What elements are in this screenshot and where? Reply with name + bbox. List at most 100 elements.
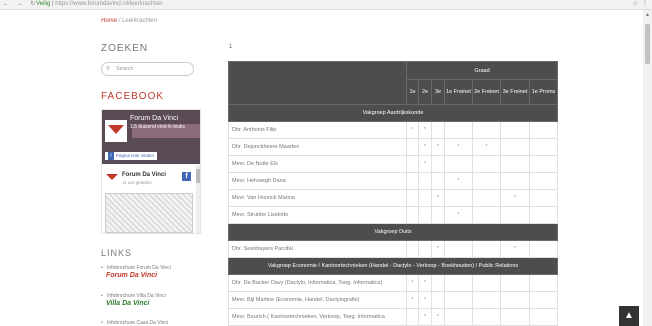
facebook-logo-icon: f [182,172,191,181]
grade-mark [472,172,501,190]
grade-mark [500,308,530,326]
grade-mark [500,206,530,224]
villa-da-vinci-link-logo[interactable]: Villa Da Vinci [106,300,149,307]
grade-mark [444,274,473,292]
search-icon: ⚲ [106,66,111,72]
grade-mark [528,155,559,173]
breadcrumb-current: Leerkrachten [122,18,158,24]
grade-mark: * [418,155,432,173]
browser-menu-icon[interactable]: ⋮ [642,0,648,9]
table-header-corner [228,61,407,105]
grade-mark [444,308,473,326]
grade-mark [431,155,445,173]
secure-label: Veilig [36,1,51,7]
facebook-like-button[interactable]: f Pagina leuk vinden [105,152,158,160]
grade-mark [431,172,445,190]
grade-mark [406,189,419,207]
grade-mark [406,308,419,326]
address-bar[interactable]: Veilig | https://www.forumdavinci.nl/lee… [36,1,163,8]
teacher-name: Mevr. Bijl Martine (Economie, Handel, Da… [228,291,407,309]
grade-mark: * [418,291,432,309]
column-header: 1e Proms [528,79,559,105]
table-row: Dhr. Anthonis Filip * * [228,121,559,139]
graad-header: Graad [405,61,559,80]
page-scrollbar[interactable]: ▲ [643,10,652,326]
breadcrumb: Home / Leerkrachten [101,18,157,24]
grade-mark [500,291,530,309]
facebook-post-header: Forum Da Vinci 11 uur geleden f [105,170,191,188]
facebook-page-title[interactable]: Forum Da Vinci [130,115,178,122]
grade-mark [431,121,445,139]
post-author[interactable]: Forum Da Vinci [122,172,166,178]
grade-mark [472,274,501,292]
grade-mark [406,240,419,258]
grade-mark [500,155,530,173]
grade-mark [528,121,559,139]
grade-mark [472,206,501,224]
breadcrumb-home-link[interactable]: Home [101,18,117,24]
post-avatar [105,172,119,184]
grade-mark: * [431,138,445,156]
table-row: Mevr. Bijl Martine (Economie, Handel, Da… [228,291,559,309]
section-title: Vakgroep Duits [227,223,559,241]
browser-nav-buttons[interactable]: ← → ↻ [3,0,38,9]
search-placeholder: Search [116,66,134,72]
teacher-name: Dhr. De Backer Davy (Dactylo, Informatic… [228,274,407,292]
page-index-label: 1 [229,44,233,50]
grade-mark: * [472,138,501,156]
link-text[interactable]: Infobrochure Casa Da Vinci [107,320,168,326]
grade-mark [444,189,473,207]
grade-mark: * [444,172,473,190]
grade-mark: * [431,240,445,258]
link-text[interactable]: Infobrochure Villa Da Vinci [107,293,166,299]
facebook-like-label: Pagina leuk vinden [116,153,155,158]
grade-mark: * [406,291,419,309]
back-to-top-button[interactable]: ▲ [619,306,639,326]
grade-mark: * [418,138,432,156]
table-row: Mevr. Bourich ( Kantoortechnieken, Verko… [228,308,559,326]
search-input[interactable]: ⚲ Search [101,62,194,76]
grade-mark: * [431,189,445,207]
teachers-table-body: Vakgroep Aardrijkskunde Dhr. Anthonis Fil… [227,104,559,326]
grade-mark [418,240,432,258]
grade-mark [472,121,501,139]
grade-mark [444,155,473,173]
grade-mark [528,206,559,224]
facebook-widget-scrollbar[interactable] [196,165,200,233]
forum-da-vinci-logo [105,120,127,142]
grade-mark [444,240,473,258]
grade-mark [528,308,559,326]
post-time: 11 uur geleden [122,180,152,185]
table-row: Dhr. Seeldrayers Parcifal * * [228,240,559,258]
grade-mark: * [418,274,432,292]
forum-da-vinci-link-logo[interactable]: Forum Da Vinci [106,272,157,279]
facebook-widget[interactable]: Forum Da Vinci 1,5 duizend vind-ik-leuks… [101,109,201,234]
grade-mark [500,274,530,292]
table-row: Mevr. Strubbe Liselotte * [228,206,559,224]
facebook-post-image[interactable] [105,193,193,233]
bookmark-star-icon[interactable]: ☆ [633,0,638,9]
link-text[interactable]: Infobrochure Forum Da Vinci [107,265,171,271]
facebook-page-likes: 1,5 duizend vind-ik-leuks [130,124,186,130]
grade-mark [500,172,530,190]
grade-mark: * [418,121,432,139]
arrow-up-icon: ▲ [624,310,634,321]
grade-mark [431,206,445,224]
grade-mark [472,240,501,258]
teachers-table: Graad 1e 2e 3e 1e Freinet 2e Freinet 3e … [227,61,559,326]
grade-mark: * [418,308,432,326]
grade-mark: * [406,121,419,139]
grade-mark [472,189,501,207]
column-header: 2e [418,79,432,105]
grade-mark [528,138,559,156]
grade-mark [406,138,419,156]
scroll-up-icon[interactable]: ▲ [645,12,650,18]
grade-mark: * [406,274,419,292]
table-row: Mevr. De Nutte Els * [228,155,559,173]
grade-mark [500,138,530,156]
grade-mark [528,240,559,258]
grade-mark [444,291,473,309]
scrollbar-thumb[interactable] [645,24,650,64]
facebook-icon: f [108,152,114,160]
links-heading: LINKS [101,248,133,258]
